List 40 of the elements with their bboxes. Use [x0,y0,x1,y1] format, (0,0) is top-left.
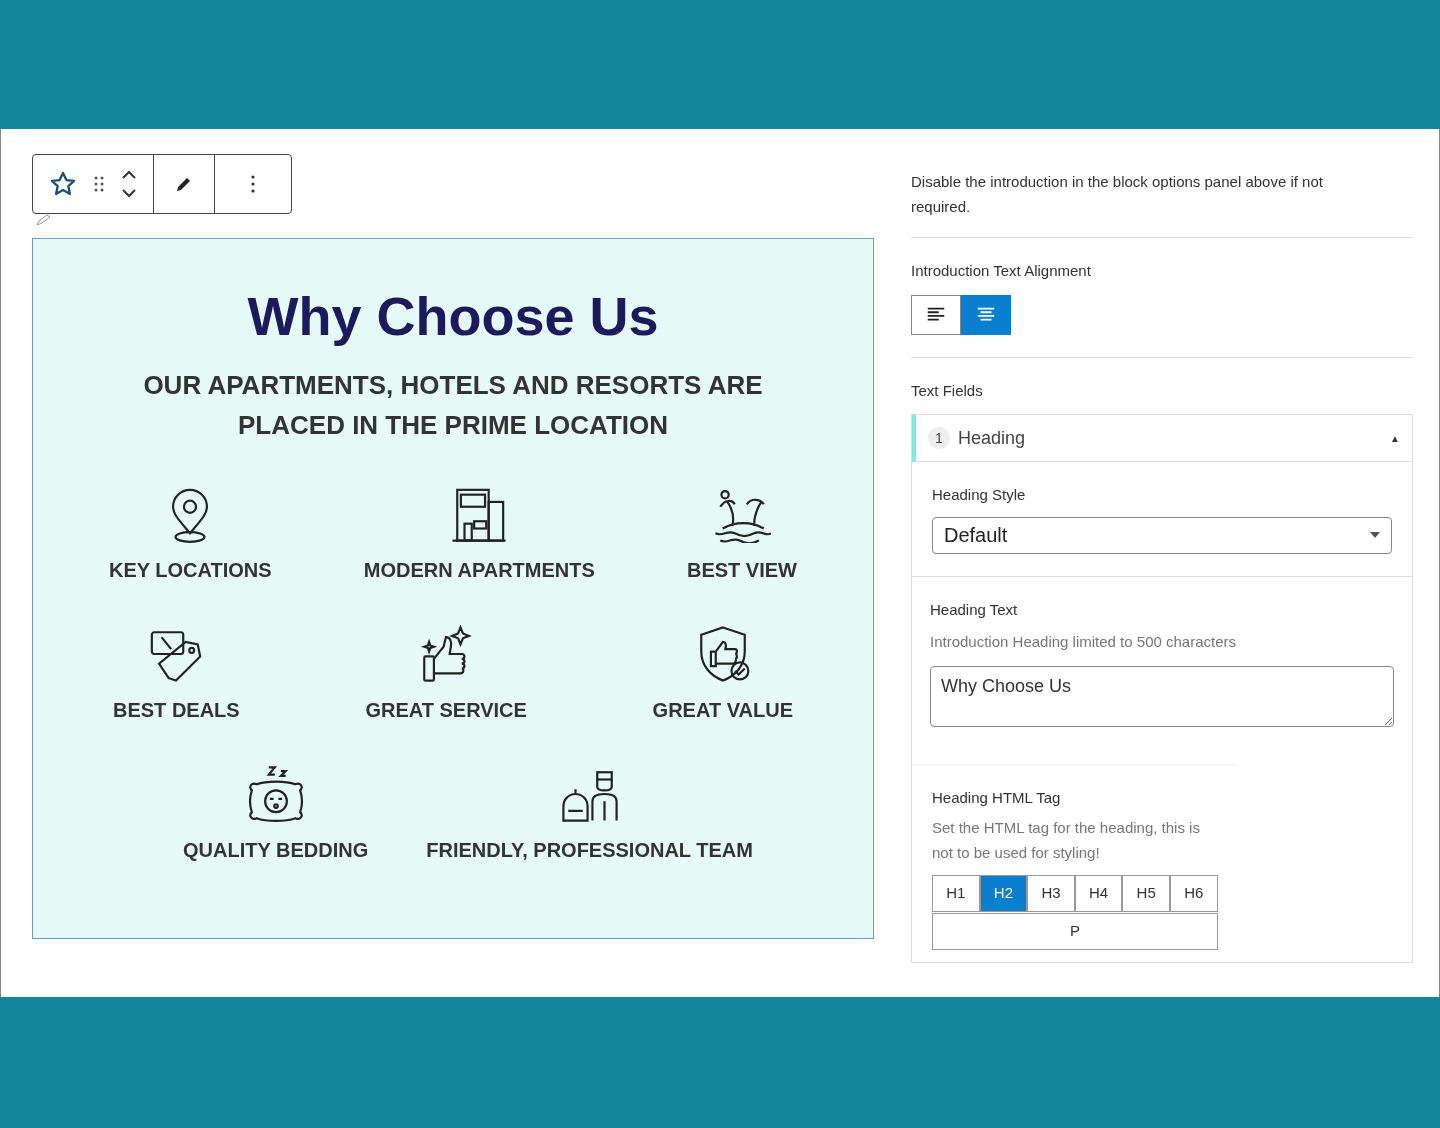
preview-heading: Why Choose Us [247,285,659,348]
field-label: Text Fields [911,380,984,401]
tag-button[interactable]: H2 [979,875,1028,912]
pencil-icon [36,214,52,226]
move-arrows-icon[interactable] [121,169,137,199]
star-icon[interactable] [49,170,77,198]
feature-label: MODERN APARTMENTS [363,557,595,583]
align-center-button[interactable] [961,294,1011,335]
field-label: Heading HTML Tag [932,787,1062,808]
help-text: Set the HTML tag for the heading, this is not to be used for styling! [932,818,1201,863]
select-field[interactable]: Default [932,516,1392,554]
preview-subheading: OUR APARTMENTS, HOTELS AND RESORTS ARE PLACED IN THE PRIME LOCATION [142,368,764,442]
feature-label: BEST DEALS [113,697,240,723]
pillow-icon [246,764,305,823]
tag-button[interactable]: H3 [1027,875,1075,912]
feature-label: FRIENDLY, PROFESSIONAL TEAM [426,837,753,863]
field-label: Introduction Text Alignment [911,261,1092,281]
tag-button[interactable]: H5 [1122,875,1170,912]
feature-label: BEST VIEW [686,557,797,583]
more-options-icon[interactable] [251,175,255,193]
accordion-header[interactable]: 1 Heading ▲ [912,415,1412,462]
help-text: Introduction Heading limited to 500 characters [930,632,1237,652]
align-left-button[interactable] [911,294,961,335]
tag-button[interactable]: H6 [1169,875,1218,912]
feature-label: GREAT VALUE [652,697,793,723]
dropdown-icon [1370,532,1380,538]
accordion-title: Heading [958,426,1026,450]
feature-label: KEY LOCATIONS [109,557,272,583]
drag-handle-icon[interactable] [93,175,105,193]
tag-button[interactable]: P [932,913,1218,950]
tag-button[interactable]: H4 [1074,875,1123,912]
field-label: Heading Text [930,599,1019,620]
caret-icon: ▲ [1390,430,1400,446]
feature-label: GREAT SERVICE [365,697,527,723]
feature-label: QUALITY BEDDING [183,837,369,863]
tag-button[interactable]: H1 [932,875,980,912]
item-number: 1 [928,427,950,449]
help-text: Disable the introduction in the block options panel above if not required. [911,169,1413,238]
text-area[interactable]: Why Choose Us [930,665,1394,727]
field-label: Heading Style [932,485,1027,505]
